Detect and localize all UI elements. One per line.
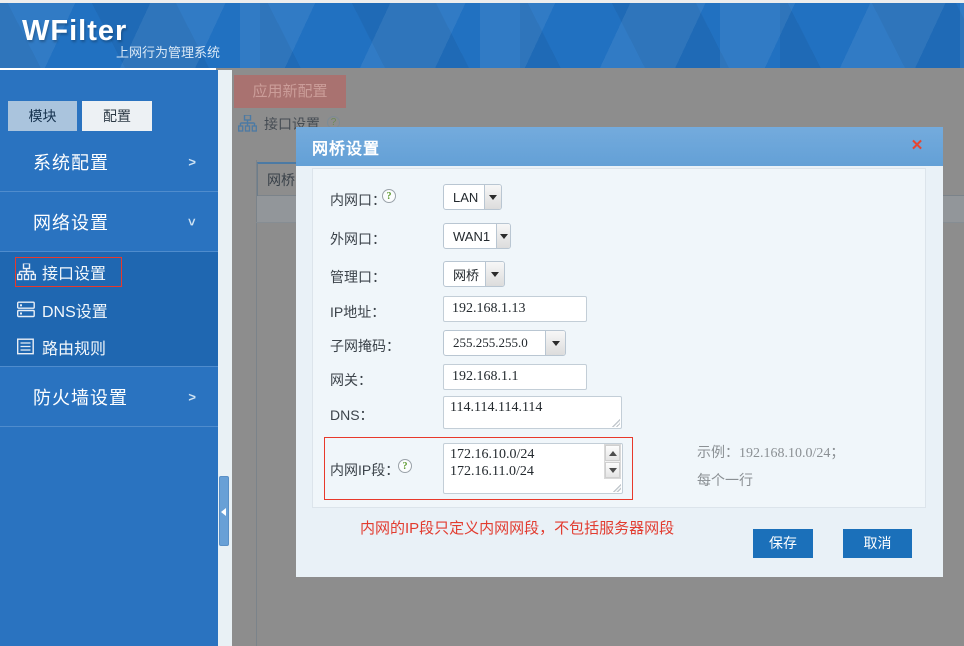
- chevron-down-icon: [500, 234, 508, 239]
- dropdown-button[interactable]: [484, 185, 501, 209]
- bridge-settings-dialog: 网桥设置 ✕ 内网口： ? LAN 外网口： WAN1 管理口： 网桥 IP地址…: [296, 127, 943, 577]
- ip-address-input[interactable]: [443, 296, 587, 322]
- sidebar-tab-config[interactable]: 配置: [82, 101, 152, 131]
- sidebar-subitem-routing-rules[interactable]: 路由规则: [0, 328, 218, 366]
- field-label-subnet-mask: 子网掩码：: [330, 336, 400, 356]
- hint-one-per-line: 每个一行: [697, 470, 753, 490]
- app-logo: WFilter: [22, 15, 127, 48]
- sidebar: 模块 配置 系统配置 > 网络设置 > 接口设置: [0, 70, 218, 646]
- select-value: 网桥: [444, 265, 479, 284]
- field-label-mgmt-port: 管理口：: [330, 267, 386, 287]
- sidebar-item-system-config[interactable]: 系统配置 >: [0, 132, 218, 192]
- help-icon[interactable]: ?: [382, 189, 396, 203]
- dns-textarea[interactable]: 114.114.114.114: [443, 396, 622, 429]
- chevron-right-icon: >: [188, 389, 196, 404]
- app-subtitle: 上网行为管理系统: [116, 42, 220, 61]
- selected-item-highlight: [15, 257, 122, 287]
- app-window: WFilter 上网行为管理系统 模块 配置 系统配置 > 网络设置 >: [0, 0, 964, 646]
- collapse-left-icon: [221, 508, 226, 516]
- sidebar-subitem-dns-settings[interactable]: DNS设置: [0, 291, 218, 329]
- dropdown-button[interactable]: [496, 224, 510, 248]
- wan-port-select[interactable]: WAN1: [443, 223, 511, 249]
- field-label-wan-port: 外网口：: [330, 229, 386, 249]
- chevron-right-icon: >: [188, 154, 196, 169]
- sidebar-item-network-settings[interactable]: 网络设置 >: [0, 192, 218, 252]
- subnet-mask-select[interactable]: 255.255.255.0: [443, 330, 566, 356]
- gateway-input[interactable]: [443, 364, 587, 390]
- sidebar-item-label: 系统配置: [33, 149, 109, 175]
- field-label-gateway: 网关：: [330, 370, 372, 390]
- hint-example: 示例：192.168.10.0/24；: [697, 442, 844, 462]
- apply-config-button[interactable]: 应用新配置: [234, 75, 346, 108]
- dialog-warning-text: 内网的IP段只定义内网网段，不包括服务器网段: [360, 517, 674, 538]
- sidebar-subitem-label: 路由规则: [42, 335, 106, 359]
- field-label-dns: DNS：: [330, 405, 374, 425]
- dialog-titlebar: 网桥设置 ✕: [296, 127, 943, 166]
- panel-border: [256, 160, 257, 646]
- chevron-down-icon: [552, 341, 560, 346]
- sidebar-collapse-handle[interactable]: [219, 476, 229, 546]
- lan-port-select[interactable]: LAN: [443, 184, 502, 210]
- resize-handle-icon[interactable]: [611, 418, 620, 427]
- dns-icon: [17, 302, 36, 319]
- close-icon[interactable]: ✕: [907, 136, 927, 156]
- interface-icon: [238, 115, 257, 131]
- sidebar-subitem-label: DNS设置: [42, 298, 108, 322]
- routes-icon: [17, 339, 36, 356]
- dropdown-button[interactable]: [485, 262, 504, 286]
- sidebar-tab-modules[interactable]: 模块: [8, 101, 77, 131]
- chevron-down-icon: [491, 272, 499, 277]
- save-button[interactable]: 保存: [753, 529, 813, 558]
- cancel-button[interactable]: 取消: [843, 529, 912, 558]
- chevron-down-icon: >: [185, 218, 200, 226]
- field-label-ip-address: IP地址：: [330, 302, 385, 322]
- app-header: WFilter 上网行为管理系统: [0, 3, 964, 68]
- dialog-title: 网桥设置: [312, 135, 380, 159]
- field-highlight-box: [324, 437, 633, 500]
- sidebar-gutter: [218, 70, 232, 646]
- mgmt-port-select[interactable]: 网桥: [443, 261, 505, 287]
- select-value: 255.255.255.0: [444, 335, 539, 351]
- dropdown-button[interactable]: [545, 331, 565, 355]
- field-label-lan-port: 内网口：: [330, 190, 386, 210]
- select-value: WAN1: [444, 229, 490, 244]
- sidebar-item-firewall-settings[interactable]: 防火墙设置 >: [0, 366, 218, 427]
- select-value: LAN: [444, 190, 478, 205]
- sidebar-item-label: 网络设置: [33, 209, 109, 235]
- sidebar-item-label: 防火墙设置: [33, 384, 128, 410]
- chevron-down-icon: [489, 195, 497, 200]
